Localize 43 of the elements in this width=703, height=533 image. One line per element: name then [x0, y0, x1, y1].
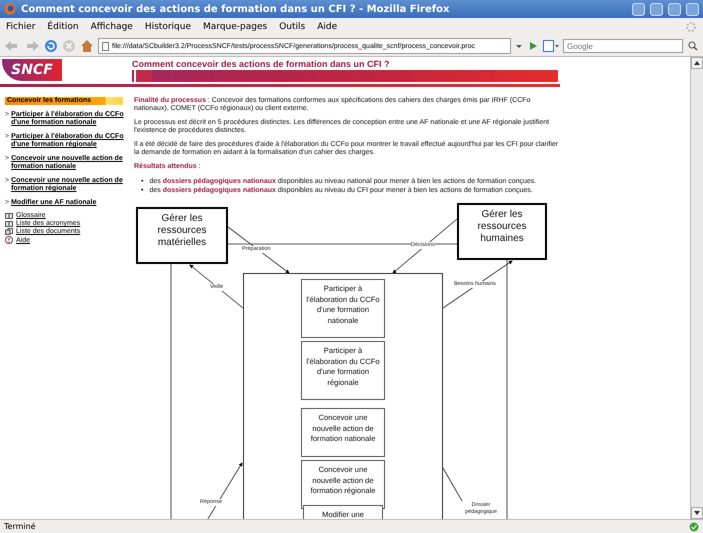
home-icon[interactable] [80, 39, 94, 53]
search-icon[interactable] [687, 40, 699, 52]
menu-item[interactable]: Marque-pages [203, 22, 268, 32]
menu-item[interactable]: Aide [317, 22, 338, 32]
reload-icon[interactable] [44, 39, 58, 53]
close-button[interactable] [686, 2, 699, 16]
menu-item[interactable]: Historique [144, 22, 191, 32]
book-icon [5, 220, 13, 226]
check-icon [689, 522, 699, 532]
throbber-icon [685, 21, 697, 33]
scroll-down-button[interactable] [691, 507, 703, 519]
search-field[interactable]: Google [563, 39, 683, 53]
up-arrow-icon [694, 61, 700, 65]
menu-item[interactable]: Affichage [90, 22, 133, 32]
go-icon[interactable] [527, 40, 539, 52]
stop-icon[interactable] [62, 39, 76, 53]
connector-line [442, 468, 462, 502]
scroll-up-button[interactable] [691, 57, 703, 69]
menu-item[interactable]: Édition [47, 22, 79, 32]
arrow [228, 226, 290, 274]
window-title: Comment concevoir des actions de formation dans un CFI ? - Mozilla Firefox [21, 4, 450, 14]
minimize-button[interactable] [650, 2, 663, 16]
search-engine-icon[interactable] [543, 40, 559, 52]
window-menu-button[interactable] [632, 2, 645, 16]
scrollbar[interactable] [690, 57, 703, 519]
menu-item[interactable]: Fichier [6, 22, 36, 32]
forward-icon[interactable] [24, 40, 40, 52]
book-icon [5, 212, 13, 218]
maximize-button[interactable] [668, 2, 681, 16]
process-box: Gérer les ressources matérielles [136, 207, 228, 264]
page-title: Comment concevoir des actions de formation dans un CFI ? [132, 59, 391, 70]
down-arrow-icon [694, 511, 700, 515]
process-box: Gérer les ressources humaines [457, 203, 547, 260]
logo: SNCF [2, 59, 62, 81]
menu-item[interactable]: Outils [279, 22, 306, 32]
help-icon [5, 236, 13, 244]
arrow [189, 264, 244, 308]
arrow [392, 218, 458, 274]
status-text: Terminé [4, 522, 36, 531]
page-icon [102, 42, 109, 50]
back-icon[interactable] [4, 40, 20, 52]
browser-icon [4, 3, 16, 15]
documents-icon [5, 228, 13, 235]
